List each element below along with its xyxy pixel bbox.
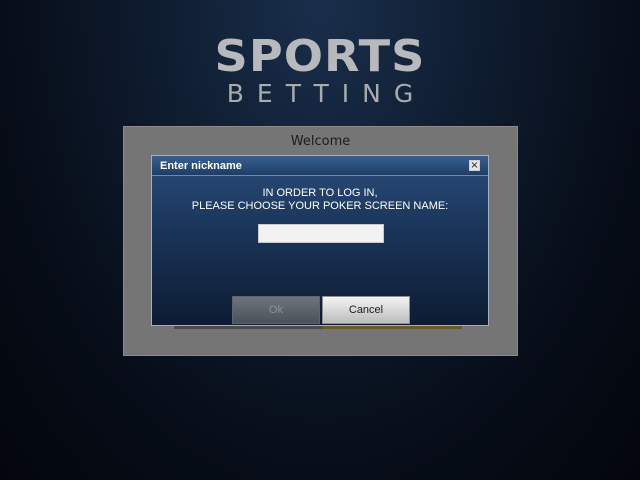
dialog-titlebar[interactable]: Enter nickname × bbox=[152, 156, 488, 176]
dialog-title: Enter nickname bbox=[160, 160, 242, 172]
close-icon[interactable]: × bbox=[469, 160, 480, 171]
ok-button[interactable]: Ok bbox=[232, 296, 320, 324]
welcome-title: Welcome bbox=[290, 134, 351, 149]
instruction-line-2: PLEASE CHOOSE YOUR POKER SCREEN NAME: bbox=[191, 200, 449, 212]
nickname-input[interactable] bbox=[258, 224, 384, 243]
enter-nickname-dialog: Enter nickname × IN ORDER TO LOG IN, PLE… bbox=[151, 155, 489, 326]
login-instructions: IN ORDER TO LOG IN, PLEASE CHOOSE YOUR P… bbox=[152, 187, 488, 213]
cancel-button[interactable]: Cancel bbox=[322, 296, 410, 324]
logo-sports-text: SPORTS bbox=[214, 31, 426, 82]
logo-betting-text: BETTING bbox=[226, 79, 427, 108]
sportsbetting-logo: SPORTS BETTING bbox=[0, 34, 640, 108]
instruction-line-1: IN ORDER TO LOG IN, bbox=[262, 187, 378, 199]
